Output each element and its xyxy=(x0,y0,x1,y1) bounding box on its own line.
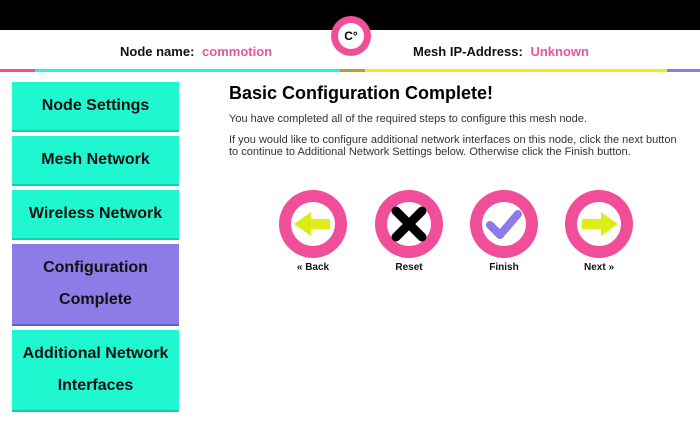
sidebar-item-node-settings[interactable]: Node Settings xyxy=(12,82,179,132)
arrow-left-icon xyxy=(279,190,347,258)
node-name-label: Node name: xyxy=(120,44,195,59)
back-label: « Back xyxy=(296,262,330,273)
node-name-value: commotion xyxy=(202,44,273,59)
sidebar-item-mesh-network[interactable]: Mesh Network xyxy=(12,136,179,186)
mesh-ip-value: Unknown xyxy=(530,44,589,59)
finish-button[interactable]: Finish xyxy=(470,190,538,273)
reset-button[interactable]: Reset xyxy=(375,190,443,273)
finish-label: Finish xyxy=(489,262,519,273)
commotion-logo[interactable]: C° xyxy=(331,16,371,56)
main-content: Basic Configuration Complete! You have c… xyxy=(229,82,679,158)
checkmark-icon xyxy=(470,190,538,258)
stripe-pink xyxy=(0,69,35,72)
sidebar-item-additional-network-interfaces[interactable]: Additional Network Interfaces xyxy=(12,330,179,412)
stripe-purple xyxy=(667,69,700,72)
sidebar-nav: Node Settings Mesh Network Wireless Netw… xyxy=(12,82,179,416)
node-name-field: Node name: commotion xyxy=(120,44,272,59)
stripe-teal xyxy=(35,69,340,72)
instructions-text: If you would like to configure additiona… xyxy=(229,134,677,158)
x-icon xyxy=(375,190,443,258)
sidebar-item-configuration-complete[interactable]: Configuration Complete xyxy=(12,244,179,326)
logo-text: C° xyxy=(338,23,364,49)
mesh-ip-field: Mesh IP-Address: Unknown xyxy=(413,44,589,59)
sidebar-item-wireless-network[interactable]: Wireless Network xyxy=(12,190,179,240)
next-button[interactable]: Next » xyxy=(565,190,633,273)
next-label: Next » xyxy=(583,262,614,273)
page-title: Basic Configuration Complete! xyxy=(229,83,494,103)
back-button[interactable]: « Back xyxy=(279,190,347,273)
arrow-right-icon xyxy=(565,190,633,258)
reset-label: Reset xyxy=(395,262,423,273)
stripe-olive xyxy=(340,69,365,72)
intro-text: You have completed all of the required s… xyxy=(229,113,587,125)
mesh-ip-label: Mesh IP-Address: xyxy=(413,44,523,59)
stripe-yellow xyxy=(365,69,667,72)
